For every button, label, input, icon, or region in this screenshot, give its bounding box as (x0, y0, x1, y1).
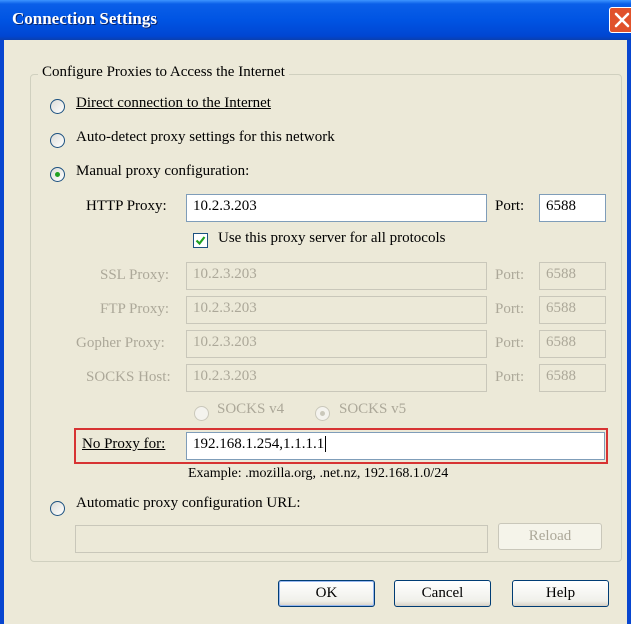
autourl-input[interactable] (75, 525, 488, 553)
gopher-proxy-input[interactable]: 10.2.3.203 (186, 330, 487, 358)
socks-v5-label[interactable]: SOCKS v5 (339, 401, 406, 418)
autourl-radio[interactable] (50, 501, 65, 516)
noproxy-value: 192.168.1.254,1.1.1.1 (193, 436, 325, 452)
socks-host-input[interactable]: 10.2.3.203 (186, 364, 487, 392)
manual-label[interactable]: Manual proxy configuration: (76, 163, 249, 180)
reload-button[interactable]: Reload (498, 523, 602, 550)
socks-v4-label[interactable]: SOCKS v4 (217, 401, 284, 418)
title-bar: Connection Settings (0, 0, 631, 40)
ssl-port-label: Port: (495, 267, 525, 283)
window-frame-right (627, 40, 631, 624)
noproxy-input[interactable]: 192.168.1.254,1.1.1.1 (186, 432, 605, 460)
share-proxy-checkbox[interactable] (193, 233, 208, 248)
noproxy-label-text: No Proxy for: (82, 436, 166, 452)
window-frame-left (0, 40, 4, 624)
ftp-proxy-label: FTP Proxy: (100, 301, 170, 317)
noproxy-example: Example: .mozilla.org, .net.nz, 192.168.… (188, 466, 449, 481)
autourl-label[interactable]: Automatic proxy configuration URL: (76, 495, 301, 512)
group-legend: Configure Proxies to Access the Internet (38, 64, 289, 81)
direct-label-text: Direct connection to the Internet (76, 95, 271, 111)
gopher-port-input[interactable]: 6588 (539, 330, 606, 358)
ftp-port-label: Port: (495, 301, 525, 317)
checkmark-icon (195, 236, 206, 246)
window-title: Connection Settings (12, 9, 157, 28)
manual-radio-dot (55, 172, 60, 177)
socks-port-input[interactable]: 6588 (539, 364, 606, 392)
gopher-proxy-label: Gopher Proxy: (76, 335, 165, 351)
cancel-button[interactable]: Cancel (394, 580, 491, 607)
autodetect-label[interactable]: Auto-detect proxy settings for this netw… (76, 129, 335, 146)
share-proxy-label[interactable]: Use this proxy server for all protocols (218, 230, 445, 247)
ssl-proxy-input[interactable]: 10.2.3.203 (186, 262, 487, 290)
gopher-port-label: Port: (495, 335, 525, 351)
socks-v4-radio[interactable] (194, 406, 209, 421)
text-cursor (325, 436, 330, 452)
http-port-input[interactable]: 6588 (539, 194, 606, 222)
direct-label[interactable]: Direct connection to the Internet (76, 95, 271, 112)
socks-port-label: Port: (495, 369, 525, 385)
socks-v5-radio-dot (320, 411, 325, 416)
socks-v5-radio[interactable] (315, 406, 330, 421)
close-button[interactable] (609, 7, 631, 33)
help-button[interactable]: Help (512, 580, 609, 607)
http-proxy-input[interactable]: 10.2.3.203 (186, 194, 487, 222)
autodetect-radio[interactable] (50, 133, 65, 148)
ssl-proxy-label: SSL Proxy: (100, 267, 170, 283)
ok-button[interactable]: OK (278, 580, 375, 607)
ftp-port-input[interactable]: 6588 (539, 296, 606, 324)
ssl-port-input[interactable]: 6588 (539, 262, 606, 290)
close-icon (614, 12, 630, 28)
noproxy-label: No Proxy for: (82, 436, 165, 453)
http-proxy-label: HTTP Proxy: (86, 198, 167, 214)
ftp-proxy-input[interactable]: 10.2.3.203 (186, 296, 487, 324)
http-port-label: Port: (495, 198, 525, 214)
direct-radio[interactable] (50, 99, 65, 114)
manual-radio[interactable] (50, 167, 65, 182)
socks-host-label: SOCKS Host: (86, 369, 171, 385)
